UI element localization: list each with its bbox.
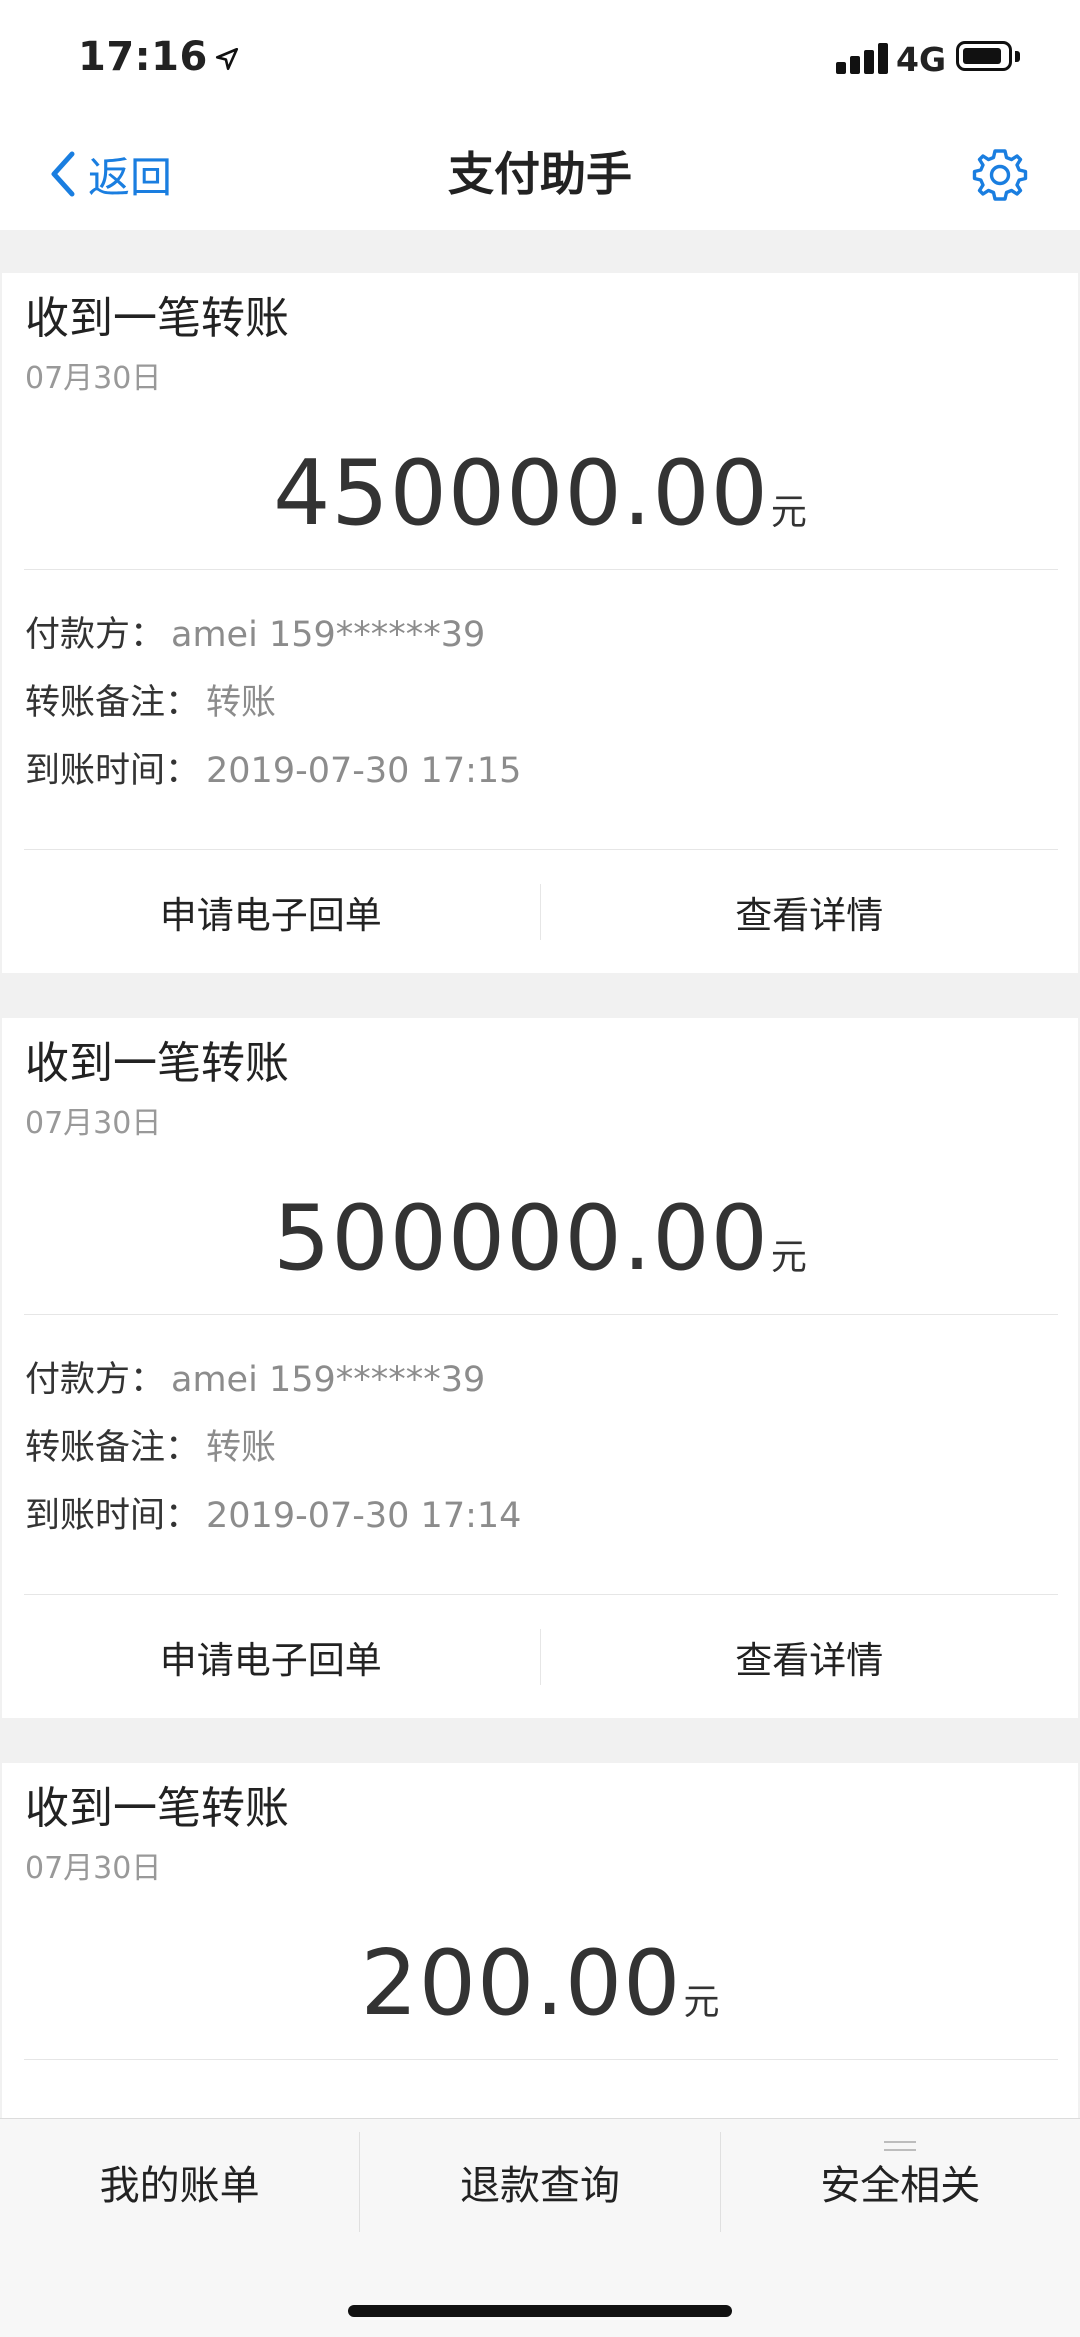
network-type: 4G: [896, 40, 947, 79]
payer-label: 付款方：: [25, 615, 166, 655]
card-title: 收到一笔转账: [25, 1038, 289, 1089]
time-label: 到账时间：: [25, 1496, 201, 1536]
amount-unit: 元: [770, 492, 807, 533]
payer-row: 付款方： amei 159******39: [25, 1356, 485, 1404]
view-details-button[interactable]: 查看详情: [541, 885, 1079, 939]
view-details-button[interactable]: 查看详情: [541, 1630, 1079, 1684]
bottom-tabs: 我的账单 退款查询 安全相关: [0, 2119, 1080, 2245]
payer-value: amei 159******39: [171, 1360, 486, 1400]
transfer-card: 收到一笔转账 07月30日 500000.00元 付款方： amei 159***…: [2, 1018, 1078, 1718]
amount-value: 450000.00: [273, 441, 769, 546]
clock-text: 17:16: [78, 34, 208, 80]
battery-icon: [956, 41, 1012, 71]
divider: [24, 1314, 1058, 1315]
note-row: 转账备注： 转账: [25, 1424, 276, 1472]
location-arrow-icon: [215, 47, 238, 71]
tab-my-bills[interactable]: 我的账单: [0, 2153, 359, 2211]
card-actions: 申请电子回单 查看详情: [2, 850, 1078, 974]
amount-row: 200.00元: [2, 1931, 1078, 2036]
note-value: 转账: [206, 1428, 277, 1468]
battery-tip: [1015, 51, 1020, 62]
request-receipt-button[interactable]: 申请电子回单: [2, 1630, 540, 1684]
settings-button[interactable]: [970, 145, 1030, 205]
transfer-card: 收到一笔转账 07月30日 450000.00元 付款方： amei 159***…: [2, 273, 1078, 973]
amount-row: 500000.00元: [2, 1186, 1078, 1291]
amount-value: 200.00: [360, 1931, 682, 2036]
divider: [24, 569, 1058, 570]
request-receipt-button[interactable]: 申请电子回单: [2, 885, 540, 939]
time-row: 到账时间： 2019-07-30 17:14: [25, 1492, 521, 1540]
note-value: 转账: [206, 683, 277, 723]
payer-row: 付款方： amei 159******39: [25, 611, 485, 659]
card-date: 07月30日: [25, 1106, 162, 1141]
amount-unit: 元: [770, 1237, 807, 1278]
status-bar: 17:16 4G: [0, 0, 1080, 120]
nav-bar: 返回 支付助手: [0, 120, 1080, 230]
tab-refund-query[interactable]: 退款查询: [360, 2153, 719, 2211]
note-label: 转账备注：: [25, 1428, 201, 1468]
time-value: 2019-07-30 17:15: [206, 751, 522, 791]
home-indicator[interactable]: [348, 2305, 732, 2317]
message-list[interactable]: 收到一笔转账 07月30日 450000.00元 付款方： amei 159***…: [0, 230, 1080, 2118]
card-date: 07月30日: [25, 1851, 162, 1886]
gear-icon: [972, 149, 1028, 201]
payer-label: 付款方：: [25, 1360, 166, 1400]
signal-icon: [836, 42, 894, 74]
card-actions: 申请电子回单 查看详情: [2, 1595, 1078, 1719]
transfer-card: 收到一笔转账 07月30日 200.00元: [2, 1763, 1078, 2118]
time-label: 到账时间：: [25, 751, 201, 791]
tab-security[interactable]: 安全相关: [721, 2153, 1080, 2211]
amount-value: 500000.00: [273, 1186, 769, 1291]
divider: [24, 2059, 1058, 2060]
card-title: 收到一笔转账: [25, 1783, 289, 1834]
bottom-tab-bar: 我的账单 退款查询 安全相关: [0, 2118, 1080, 2337]
amount-row: 450000.00元: [2, 441, 1078, 546]
status-time: 17:16: [78, 34, 240, 80]
card-title: 收到一笔转账: [25, 293, 289, 344]
time-value: 2019-07-30 17:14: [206, 1496, 522, 1536]
time-row: 到账时间： 2019-07-30 17:15: [25, 747, 521, 795]
note-label: 转账备注：: [25, 683, 201, 723]
payer-value: amei 159******39: [171, 615, 486, 655]
note-row: 转账备注： 转账: [25, 679, 276, 727]
page-title: 支付助手: [448, 147, 632, 201]
amount-unit: 元: [683, 1982, 720, 2023]
card-date: 07月30日: [25, 361, 162, 396]
